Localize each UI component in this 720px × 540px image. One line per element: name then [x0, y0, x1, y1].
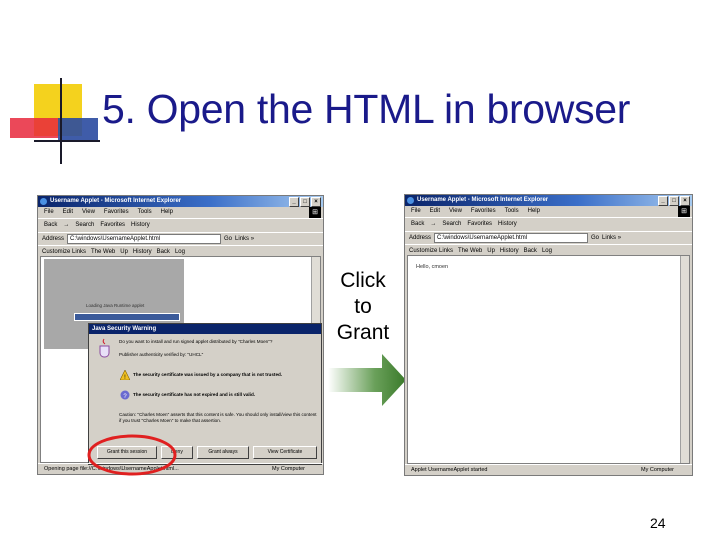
- menu-help[interactable]: Help: [528, 206, 540, 217]
- search-button[interactable]: Search: [75, 219, 94, 232]
- history-button[interactable]: History: [131, 219, 150, 232]
- forward-button[interactable]: →: [430, 218, 436, 231]
- left-toolbar: Back → Search Favorites History: [38, 218, 323, 232]
- menu-file[interactable]: File: [44, 207, 54, 218]
- menu-tools[interactable]: Tools: [138, 207, 152, 218]
- minimize-button[interactable]: _: [658, 196, 668, 206]
- java-cup-icon: [99, 338, 110, 358]
- warning-icon: !: [120, 370, 130, 380]
- vertical-scrollbar[interactable]: [680, 256, 689, 463]
- minimize-button[interactable]: _: [289, 197, 299, 207]
- search-button[interactable]: Search: [442, 218, 461, 231]
- left-address-bar: Address C:\windows\UsernameApplet.html G…: [38, 232, 323, 245]
- menu-edit[interactable]: Edit: [430, 206, 440, 217]
- dialog-publisher: Publisher authenticity verified by: "UHC…: [119, 352, 204, 357]
- view-certificate-button[interactable]: View Certificate: [253, 446, 317, 459]
- dialog-intro: Do you want to install and run signed ap…: [119, 339, 273, 344]
- menu-help[interactable]: Help: [161, 207, 173, 218]
- favorites-button[interactable]: Favorites: [467, 218, 492, 231]
- loading-progress-bar: [74, 313, 180, 321]
- menu-tools[interactable]: Tools: [505, 206, 519, 217]
- page-number: 24: [650, 515, 666, 531]
- dialog-warning-untrusted: The security certificate was issued by a…: [133, 372, 283, 377]
- left-window-titlebar: Username Applet - Microsoft Internet Exp…: [38, 196, 323, 207]
- left-menubar: File Edit View Favorites Tools Help ⊞: [38, 207, 323, 218]
- menu-favorites[interactable]: Favorites: [471, 206, 496, 217]
- slide-title: 5. Open the HTML in browser: [102, 86, 631, 132]
- address-label: Address: [42, 236, 65, 242]
- favorites-button[interactable]: Favorites: [100, 219, 125, 232]
- right-browser-window: Username Applet - Microsoft Internet Exp…: [404, 194, 693, 476]
- close-button[interactable]: ×: [680, 196, 690, 206]
- loading-text: Loading Java Runtime applet: [86, 303, 145, 308]
- status-zone: My Computer: [640, 467, 674, 473]
- click-to-grant-callout: Click to Grant: [330, 268, 396, 346]
- right-page-content: Hello, cmoen: [407, 255, 690, 464]
- callout-line-2: to: [354, 295, 372, 318]
- address-label: Address: [409, 235, 432, 241]
- callout-line-1: Click: [340, 269, 386, 292]
- right-address-bar: Address C:\windows\UsernameApplet.html G…: [405, 231, 692, 244]
- menu-file[interactable]: File: [411, 206, 421, 217]
- arrow-right-icon: [328, 354, 406, 406]
- highlight-circle: [87, 434, 177, 476]
- right-toolbar: Back → Search Favorites History: [405, 217, 692, 231]
- links-button[interactable]: Links »: [602, 232, 621, 244]
- right-window-titlebar: Username Applet - Microsoft Internet Exp…: [405, 195, 692, 206]
- address-input[interactable]: C:\windows\UsernameApplet.html: [67, 234, 222, 244]
- applet-output-text: Hello, cmoen: [416, 264, 449, 270]
- info-icon: ?: [120, 390, 130, 400]
- go-button[interactable]: Go: [591, 232, 599, 244]
- links-button[interactable]: Links »: [235, 233, 254, 245]
- right-window-title: Username Applet - Microsoft Internet Exp…: [417, 197, 549, 203]
- forward-button[interactable]: →: [63, 219, 69, 232]
- dialog-title: Java Security Warning: [89, 324, 321, 334]
- right-status-bar: Applet UsernameApplet started My Compute…: [405, 464, 692, 475]
- ie-icon: [40, 198, 47, 205]
- ie-icon: [407, 197, 414, 204]
- callout-line-3: Grant: [336, 321, 390, 344]
- back-button[interactable]: Back: [411, 218, 424, 231]
- left-status-bar: Opening page file://C:\windows\UsernameA…: [38, 463, 323, 474]
- back-button[interactable]: Back: [44, 219, 57, 232]
- menu-favorites[interactable]: Favorites: [104, 207, 129, 218]
- address-input[interactable]: C:\windows\UsernameApplet.html: [434, 233, 589, 243]
- close-button[interactable]: ×: [311, 197, 321, 207]
- menu-view[interactable]: View: [82, 207, 95, 218]
- left-browser-window: Username Applet - Microsoft Internet Exp…: [37, 195, 324, 475]
- maximize-button[interactable]: □: [300, 197, 310, 207]
- grant-always-button[interactable]: Grant always: [197, 446, 249, 459]
- right-menubar: File Edit View Favorites Tools Help ⊞: [405, 206, 692, 217]
- dialog-warning-valid: The security certificate has not expired…: [133, 392, 256, 397]
- go-button[interactable]: Go: [224, 233, 232, 245]
- menu-view[interactable]: View: [449, 206, 462, 217]
- menu-edit[interactable]: Edit: [63, 207, 73, 218]
- status-text: Applet UsernameApplet started: [411, 467, 488, 473]
- status-zone: My Computer: [271, 466, 305, 472]
- title-decoration: [0, 0, 100, 170]
- left-window-title: Username Applet - Microsoft Internet Exp…: [50, 198, 182, 204]
- maximize-button[interactable]: □: [669, 196, 679, 206]
- windows-logo-icon: ⊞: [678, 206, 690, 217]
- dialog-caution: Caution: "Charles Moen" asserts that thi…: [119, 412, 317, 423]
- history-button[interactable]: History: [498, 218, 517, 231]
- windows-logo-icon: ⊞: [309, 207, 321, 218]
